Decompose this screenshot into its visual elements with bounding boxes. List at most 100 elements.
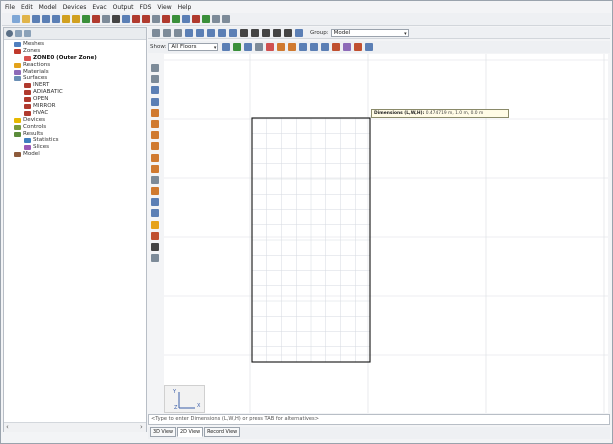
tree-item[interactable]: INERT [6,82,144,89]
select-tool-icon[interactable] [151,86,159,95]
brush-icon[interactable] [151,243,159,251]
undo-icon[interactable] [62,15,70,23]
roof-tool-icon[interactable] [151,187,159,196]
measure-icon[interactable] [222,15,230,23]
hole-icon[interactable] [152,15,160,23]
select-icon[interactable] [240,28,248,37]
face-icon[interactable] [299,43,308,51]
light-icon[interactable] [321,43,330,51]
grid-icon[interactable] [122,15,130,23]
tree-item[interactable]: Statistics [6,137,144,144]
block-tool-icon[interactable] [151,97,159,106]
floor-icon[interactable] [222,43,231,51]
particle-icon[interactable] [192,15,200,23]
zoom-fit-icon[interactable] [163,28,171,37]
tree-item[interactable]: Zones [6,48,144,55]
menu-item-evac[interactable]: Evac [89,4,109,11]
open-folder-icon[interactable] [22,15,30,23]
menu-item-fds[interactable]: FDS [137,4,155,11]
device-icon[interactable] [172,15,180,23]
scroll-left-arrow[interactable]: ‹ [6,423,9,431]
image-icon[interactable] [233,43,242,51]
tree-item[interactable]: Devices [6,117,144,124]
save-icon[interactable] [32,15,40,23]
navigation-panel-horizontal-scrollbar[interactable]: ‹ › [4,422,146,432]
sphere-tool-icon[interactable] [151,153,159,162]
pan-icon[interactable] [251,28,259,37]
slab-tool-icon[interactable] [151,119,159,128]
tree-item[interactable]: Controls [6,124,144,131]
vent-icon[interactable] [162,15,170,23]
heat-tool-icon[interactable] [151,231,159,240]
scroll-right-arrow[interactable]: › [140,423,143,431]
side-view-icon[interactable] [207,28,215,37]
tree-item[interactable]: ADIABATIC [6,89,144,96]
shape-tool-icon[interactable] [151,131,159,140]
front-view-icon[interactable] [196,28,204,37]
run-icon[interactable] [82,15,90,23]
curve-icon[interactable] [354,43,363,51]
roam-icon[interactable] [273,28,281,37]
smokeview-icon[interactable] [92,15,100,23]
menu-item-view[interactable]: View [154,4,174,11]
tree-item[interactable]: HVAC [6,110,144,117]
text-icon[interactable] [365,43,374,51]
stair-tool-icon[interactable] [151,175,159,184]
fire-tool-icon[interactable] [151,220,159,229]
wireframe-icon[interactable] [218,28,226,37]
group-select[interactable]: Model ▾ [330,28,409,37]
command-input-bar[interactable]: <Type to enter Dimensions (L,W,H) or pre… [148,414,610,425]
mesh-icon[interactable] [132,15,140,23]
tree-item[interactable]: Slices [6,144,144,151]
tab-3d-view[interactable]: 3D View [150,427,177,437]
vent-tool-icon[interactable] [151,209,159,218]
tab-2d-view[interactable]: 2D View [177,427,204,437]
room-tool-icon[interactable] [151,164,159,173]
cylinder-tool-icon[interactable] [151,142,159,151]
tree-item[interactable]: Surfaces [6,75,144,82]
door-tool-icon[interactable] [151,198,159,207]
tree-item[interactable]: Reactions [6,62,144,69]
paint-icon[interactable] [266,43,275,51]
tree-item[interactable]: Materials [6,69,144,76]
grid2-icon[interactable] [343,43,352,51]
block-icon[interactable] [277,43,286,51]
orbit-icon[interactable] [174,28,182,37]
menu-item-devices[interactable]: Devices [60,4,90,11]
menu-item-file[interactable]: File [2,4,18,11]
menu-item-help[interactable]: Help [175,4,195,11]
refresh-icon[interactable] [6,30,13,37]
reset-view-icon[interactable] [152,28,160,37]
plane-icon[interactable] [284,28,292,37]
export-icon[interactable] [52,15,60,23]
slice-icon[interactable] [182,15,190,23]
menu-item-model[interactable]: Model [36,4,60,11]
zoom-icon[interactable] [262,28,270,37]
wall-icon[interactable] [255,43,264,51]
tree-item[interactable]: OPEN [6,96,144,103]
color-icon[interactable] [332,43,341,51]
tree-item[interactable]: Meshes [6,41,144,48]
filter-icon[interactable] [15,30,22,37]
menu-item-edit[interactable]: Edit [18,4,36,11]
top-view-icon[interactable] [185,28,193,37]
solid-icon[interactable] [229,28,237,37]
rotate-icon[interactable] [151,75,159,84]
import-icon[interactable] [42,15,50,23]
menu-item-output[interactable]: Output [110,4,137,11]
play-icon[interactable] [202,15,210,23]
copy-icon[interactable] [102,15,110,23]
table-icon[interactable] [295,28,303,37]
delete-icon[interactable] [112,15,120,23]
redo-icon[interactable] [72,15,80,23]
texture-icon[interactable] [310,43,319,51]
show-floors-select[interactable]: All Floors ▾ [168,43,219,51]
list-icon[interactable] [151,254,159,263]
obstruction-icon[interactable] [142,15,150,23]
geometry-icon[interactable] [244,43,253,51]
wall-tool-icon[interactable] [151,108,159,117]
new-file-icon[interactable] [12,15,20,23]
record-icon[interactable] [212,15,220,23]
options-icon[interactable] [24,30,31,37]
tree-item[interactable]: ZONE0 (Outer Zone) [6,55,144,62]
